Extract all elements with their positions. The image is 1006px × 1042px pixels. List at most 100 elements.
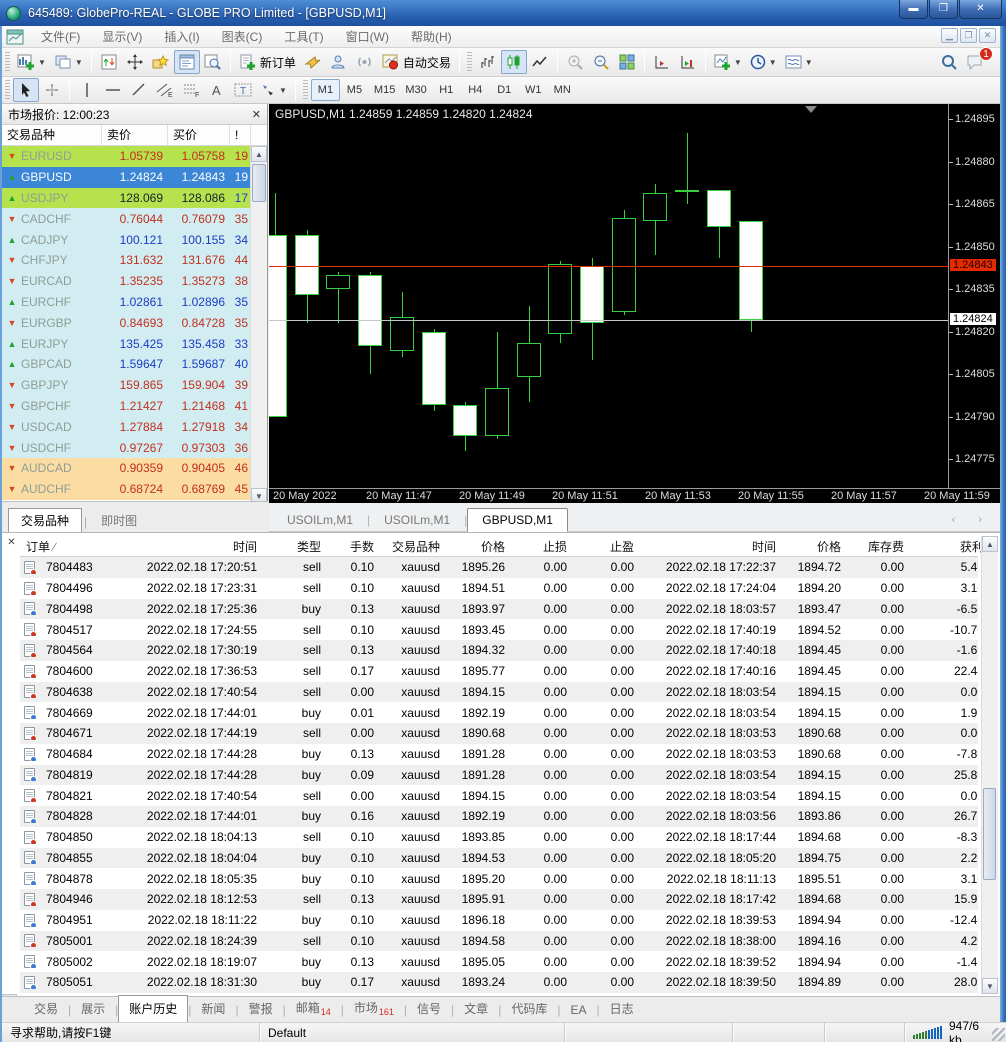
history-row-7804498[interactable]: 7804498 2022.02.18 17:25:36 buy 0.13 xauusd 1… bbox=[20, 598, 978, 620]
column-swap[interactable]: 库存费 bbox=[847, 538, 910, 555]
horizontal-line-button[interactable] bbox=[100, 78, 126, 102]
terminal-user-button[interactable] bbox=[326, 50, 352, 74]
new-order-button[interactable]: 新订单 bbox=[235, 50, 300, 74]
terminal-tab-1[interactable]: 展示 bbox=[71, 996, 115, 1022]
column-type[interactable]: 类型 bbox=[263, 538, 327, 555]
navigator-toggle-button[interactable] bbox=[200, 50, 226, 74]
periods-button[interactable]: ▼ bbox=[746, 50, 781, 74]
timeframe-m15[interactable]: M15 bbox=[369, 79, 400, 101]
history-row-7804946[interactable]: 7804946 2022.02.18 18:12:53 sell 0.13 xauusd… bbox=[20, 889, 978, 910]
zoom-in-button[interactable] bbox=[562, 50, 588, 74]
column-profit[interactable]: 获利 bbox=[910, 538, 990, 555]
history-row-7804564[interactable]: 7804564 2022.02.18 17:30:19 sell 0.13 xauusd… bbox=[20, 640, 978, 661]
column-sl[interactable]: 止损 bbox=[511, 538, 573, 555]
line-chart-mode-button[interactable] bbox=[527, 50, 553, 74]
menu-i[interactable]: 插入(I) bbox=[153, 28, 210, 46]
history-row-7804684[interactable]: 7804684 2022.02.18 17:44:28 buy 0.13 xauusd 1… bbox=[20, 744, 978, 765]
chart-tab-1[interactable]: USOILm,M1 bbox=[370, 509, 464, 531]
auto-scroll-button[interactable] bbox=[675, 50, 701, 74]
column-spread[interactable]: ! bbox=[230, 125, 251, 145]
market-watch-row-audcad[interactable]: ▼ AUDCAD 0.90359 0.90405 46 bbox=[2, 457, 267, 479]
resize-grip-icon[interactable] bbox=[992, 1028, 1005, 1041]
terminal-tab-0[interactable]: 交易 bbox=[24, 996, 68, 1022]
history-row-7804483[interactable]: 7804483 2022.02.18 17:20:51 sell 0.10 xauusd… bbox=[20, 557, 978, 578]
menu-w[interactable]: 窗口(W) bbox=[335, 28, 400, 46]
column-lots[interactable]: 手数 bbox=[327, 538, 380, 555]
timeframe-m5[interactable]: M5 bbox=[340, 79, 369, 101]
chart-time-axis[interactable]: 20 May 2022 20 May 11:47 20 May 11:49 20 Ma… bbox=[269, 488, 1000, 503]
timeframe-m30[interactable]: M30 bbox=[400, 79, 431, 101]
maximize-button[interactable]: ❐ bbox=[929, 0, 958, 19]
terminal-tab-6[interactable]: 市场161 bbox=[344, 995, 404, 1022]
equidistant-channel-button[interactable]: E bbox=[152, 78, 178, 102]
terminal-tab-7[interactable]: 信号 bbox=[407, 996, 451, 1022]
fibonacci-button[interactable]: F bbox=[178, 78, 204, 102]
market-watch-tab-1[interactable]: 即时图 bbox=[89, 509, 149, 532]
history-row-7804828[interactable]: 7804828 2022.02.18 17:44:01 buy 0.16 xauusd 1… bbox=[20, 806, 978, 827]
search-button[interactable] bbox=[936, 50, 962, 74]
scroll-down-icon[interactable]: ▼ bbox=[982, 978, 998, 994]
close-button[interactable]: ✕ bbox=[959, 0, 1002, 19]
column-open-time[interactable]: 时间 bbox=[132, 538, 263, 555]
market-watch-toggle-button[interactable] bbox=[173, 50, 200, 74]
column-tp[interactable]: 止盈 bbox=[573, 538, 640, 555]
toolbar-grip[interactable] bbox=[5, 52, 10, 72]
autotrading-button[interactable]: 自动交易 bbox=[378, 50, 455, 74]
candlestick-mode-button[interactable] bbox=[500, 50, 527, 74]
timeframe-h1[interactable]: H1 bbox=[432, 79, 461, 101]
market-watch-row-eurgbp[interactable]: ▼ EURGBP 0.84693 0.84728 35 bbox=[2, 312, 267, 334]
market-watch-close-icon[interactable]: ✕ bbox=[252, 108, 261, 121]
vertical-line-button[interactable] bbox=[74, 78, 100, 102]
menu-c[interactable]: 图表(C) bbox=[211, 28, 274, 46]
history-row-7805002[interactable]: 7805002 2022.02.18 18:19:07 buy 0.13 xauusd 1… bbox=[20, 951, 978, 972]
market-watch-row-eurchf[interactable]: ▲ EURCHF 1.02861 1.02896 35 bbox=[2, 291, 267, 313]
timeframe-w1[interactable]: W1 bbox=[519, 79, 548, 101]
terminal-tab-11[interactable]: 日志 bbox=[600, 996, 644, 1022]
terminal-tab-5[interactable]: 邮箱14 bbox=[286, 995, 341, 1022]
history-row-7804850[interactable]: 7804850 2022.02.18 18:04:13 sell 0.10 xauusd… bbox=[20, 827, 978, 848]
terminal-tab-ea[interactable]: EA bbox=[560, 999, 596, 1022]
cursor-button[interactable] bbox=[13, 78, 39, 102]
chart-shift-marker-icon[interactable] bbox=[805, 106, 817, 113]
chart-plot-area[interactable]: GBPUSD,M1 1.24859 1.24859 1.24820 1.2482… bbox=[269, 104, 948, 488]
templates-button[interactable]: ▼ bbox=[781, 50, 817, 74]
toolbar-grip[interactable] bbox=[466, 52, 472, 72]
title-bar[interactable]: 645489: GlobePro-REAL - GLOBE PRO Limite… bbox=[0, 0, 1006, 26]
terminal-tab-9[interactable]: 代码库 bbox=[501, 996, 557, 1022]
market-watch-row-usdchf[interactable]: ▼ USDCHF 0.97267 0.97303 36 bbox=[2, 437, 267, 458]
chart-tab-0[interactable]: USOILm,M1 bbox=[273, 509, 367, 531]
column-ask[interactable]: 买价 bbox=[168, 125, 230, 145]
status-profile[interactable]: Default bbox=[260, 1023, 565, 1042]
timeframe-d1[interactable]: D1 bbox=[490, 79, 519, 101]
market-watch-titlebar[interactable]: 市场报价: 12:00:23 ✕ bbox=[2, 104, 267, 125]
market-watch-row-usdjpy[interactable]: ▲ USDJPY 128.069 128.086 17 bbox=[2, 187, 267, 209]
new-chart-button[interactable]: ▼ bbox=[13, 50, 50, 74]
toolbar-grip[interactable] bbox=[5, 80, 10, 100]
chart-price-axis[interactable]: 1.24895 1.24880 1.24865 1.24850 1.24835 1.248… bbox=[948, 104, 1000, 488]
history-row-7804517[interactable]: 7804517 2022.02.18 17:24:55 sell 0.10 xauusd… bbox=[20, 619, 978, 640]
market-watch-row-chfjpy[interactable]: ▼ CHFJPY 131.632 131.676 44 bbox=[2, 249, 267, 271]
scrollbar-thumb[interactable] bbox=[252, 164, 266, 202]
history-row-7805001[interactable]: 7805001 2022.02.18 18:24:39 sell 0.10 xauusd… bbox=[20, 930, 978, 952]
terminal-scrollbar[interactable]: ▲ ▼ bbox=[981, 536, 998, 994]
menu-f[interactable]: 文件(F) bbox=[30, 28, 91, 46]
minimize-button[interactable]: ▬ bbox=[899, 0, 928, 19]
market-watch-row-gbpjpy[interactable]: ▼ GBPJPY 159.865 159.904 39 bbox=[2, 374, 267, 396]
data-window-button[interactable] bbox=[96, 50, 122, 74]
history-row-7805051[interactable]: 7805051 2022.02.18 18:31:30 buy 0.17 xauusd 1… bbox=[20, 972, 978, 993]
history-row-7804671[interactable]: 7804671 2022.02.18 17:44:19 sell 0.00 xauusd… bbox=[20, 723, 978, 744]
market-watch-row-gbpchf[interactable]: ▼ GBPCHF 1.21427 1.21468 41 bbox=[2, 395, 267, 417]
scrollbar-thumb[interactable] bbox=[983, 788, 996, 880]
history-row-7804669[interactable]: 7804669 2022.02.18 17:44:01 buy 0.01 xauusd 1… bbox=[20, 702, 978, 723]
bar-chart-mode-button[interactable] bbox=[475, 50, 501, 74]
history-row-7804878[interactable]: 7804878 2022.02.18 18:05:35 buy 0.10 xauusd 1… bbox=[20, 868, 978, 889]
terminal-tab-4[interactable]: 警报 bbox=[239, 996, 283, 1022]
zoom-out-button[interactable] bbox=[588, 50, 614, 74]
crosshair-button[interactable] bbox=[39, 78, 65, 102]
terminal-close-icon[interactable]: ✕ bbox=[5, 537, 18, 550]
column-symbol[interactable]: 交易品种 bbox=[2, 125, 102, 145]
column-order[interactable]: 订单 ∕ bbox=[20, 538, 132, 555]
market-watch-row-eurusd[interactable]: ▼ EURUSD 1.05739 1.05758 19 bbox=[2, 146, 267, 167]
market-watch-row-eurjpy[interactable]: ▲ EURJPY 135.425 135.458 33 bbox=[2, 333, 267, 354]
terminal-tab-8[interactable]: 文章 bbox=[454, 996, 498, 1022]
